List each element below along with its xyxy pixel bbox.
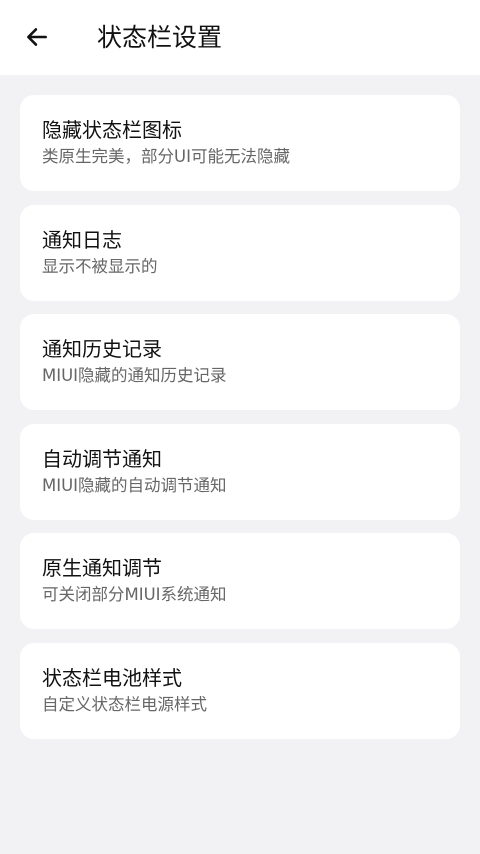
back-button[interactable] <box>22 22 52 52</box>
setting-native-notification-adjust[interactable]: 原生通知调节 可关闭部分MIUI系统通知 <box>20 533 460 630</box>
setting-title: 状态栏电池样式 <box>42 665 182 690</box>
arrow-left-icon <box>27 28 47 46</box>
settings-list: 隐藏状态栏图标 类原生完美，部分UI可能无法隐藏 通知日志 显示不被显示的 通知… <box>20 95 460 753</box>
setting-notification-log[interactable]: 通知日志 显示不被显示的 <box>20 204 460 301</box>
setting-notification-history[interactable]: 通知历史记录 MIUI隐藏的通知历史记录 <box>20 314 460 411</box>
setting-title: 通知日志 <box>42 227 122 252</box>
setting-subtitle: 可关闭部分MIUI系统通知 <box>42 585 227 605</box>
setting-subtitle: 显示不被显示的 <box>42 256 158 276</box>
setting-auto-adjust-notifications[interactable]: 自动调节通知 MIUI隐藏的自动调节通知 <box>20 423 460 520</box>
setting-subtitle: 自定义状态栏电源样式 <box>42 694 207 714</box>
page-title: 状态栏设置 <box>97 23 223 52</box>
setting-subtitle: 类原生完美，部分UI可能无法隐藏 <box>42 147 290 166</box>
setting-title: 自动调节通知 <box>42 446 162 471</box>
setting-subtitle: MIUI隐藏的自动调节通知 <box>42 475 227 495</box>
setting-title: 通知历史记录 <box>42 337 162 362</box>
setting-hide-status-bar-icons[interactable]: 隐藏状态栏图标 类原生完美，部分UI可能无法隐藏 <box>20 95 460 191</box>
setting-subtitle: MIUI隐藏的通知历史记录 <box>42 366 227 386</box>
top-app-bar: 状态栏设置 <box>0 0 480 75</box>
setting-title: 原生通知调节 <box>42 556 162 581</box>
setting-title: 隐藏状态栏图标 <box>42 118 182 142</box>
setting-status-bar-battery-style[interactable]: 状态栏电池样式 自定义状态栏电源样式 <box>20 642 460 739</box>
